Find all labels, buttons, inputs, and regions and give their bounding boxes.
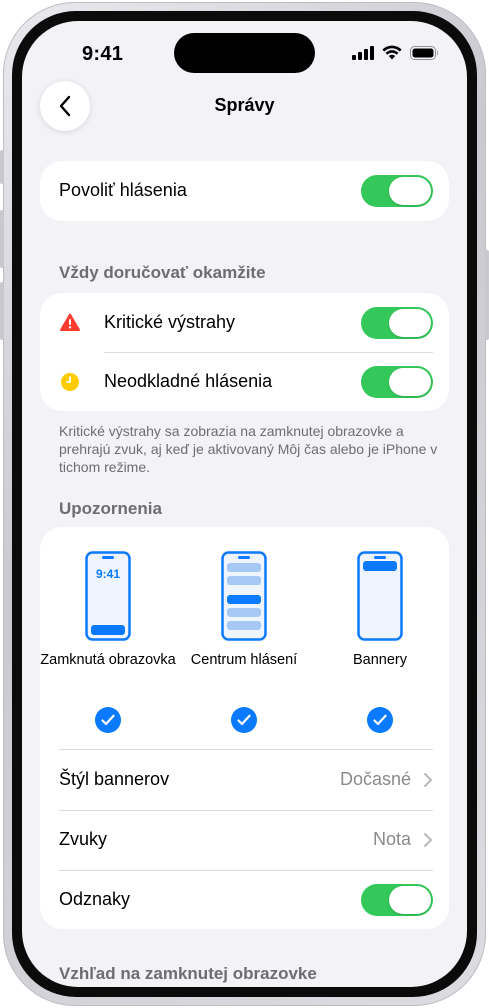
- clock-icon: [61, 373, 79, 391]
- page-title: Správy: [214, 95, 275, 115]
- allow-notifications-label: Povoliť hlásenia: [59, 180, 187, 200]
- screen: 9:41 Správy Povoliť hlásenia Vždy doručo…: [22, 21, 467, 987]
- navigation-bar: Správy: [22, 77, 467, 133]
- sounds-row[interactable]: Zvuky Nota: [40, 810, 449, 870]
- status-icons: [352, 45, 439, 60]
- badges-row: Odznaky: [40, 870, 449, 930]
- lock-screen-checkmark[interactable]: [95, 707, 121, 733]
- alerts-header: Upozornenia: [59, 499, 162, 518]
- cellular-signal-icon: [352, 45, 374, 60]
- action-button: [0, 150, 4, 184]
- urgent-notifications-row: Neodkladné hlásenia: [40, 352, 449, 412]
- chevron-right-icon: [424, 833, 432, 847]
- banners-preview-icon: [357, 551, 403, 641]
- deliver-immediately-card: Kritické výstrahy Neodkladné hlásenia: [40, 293, 449, 411]
- notification-center-checkmark[interactable]: [231, 707, 257, 733]
- toggle-knob: [389, 368, 431, 396]
- allow-notifications-card: Povoliť hlásenia: [40, 161, 449, 221]
- dynamic-island: [174, 33, 315, 73]
- lock-screen-preview-time: 9:41: [95, 567, 121, 581]
- alert-style-label: Centrum hlásení: [190, 652, 298, 668]
- banners-checkmark[interactable]: [367, 707, 393, 733]
- power-button: [485, 250, 489, 340]
- lock-screen-preview-icon: [85, 551, 131, 641]
- banner-style-row[interactable]: Štýl bannerov Dočasné: [40, 750, 449, 810]
- status-bar: 9:41: [22, 21, 467, 85]
- critical-alert-icon: [60, 313, 80, 331]
- toggle-knob: [389, 177, 431, 205]
- volume-up-button: [0, 210, 4, 268]
- banner-style-value: Dočasné: [339, 769, 411, 789]
- allow-notifications-row: Povoliť hlásenia: [40, 161, 449, 221]
- checkmark-icon: [101, 714, 115, 726]
- deliver-immediately-header: Vždy doručovať okamžite: [59, 263, 266, 282]
- volume-down-button: [0, 282, 4, 340]
- critical-alerts-label: Kritické výstrahy: [104, 312, 236, 332]
- banner-style-label: Štýl bannerov: [59, 769, 170, 789]
- notification-center-preview-icon: [221, 551, 267, 641]
- sounds-value: Nota: [372, 829, 411, 849]
- alert-style-label: Bannery: [352, 652, 407, 668]
- alert-style-label: Zamknutá obrazovka: [40, 652, 176, 668]
- critical-alerts-row: Kritické výstrahy: [40, 293, 449, 353]
- urgent-notifications-toggle[interactable]: [361, 366, 433, 398]
- chevron-right-icon: [424, 773, 432, 787]
- sounds-label: Zvuky: [59, 829, 108, 849]
- status-time: 9:41: [82, 43, 124, 65]
- badges-toggle[interactable]: [361, 884, 433, 916]
- checkmark-icon: [237, 714, 251, 726]
- badges-label: Odznaky: [59, 889, 131, 909]
- wifi-icon: [382, 45, 402, 60]
- allow-notifications-toggle[interactable]: [361, 175, 433, 207]
- toggle-knob: [389, 886, 431, 914]
- battery-icon: [410, 45, 438, 60]
- urgent-notifications-label: Neodkladné hlásenia: [104, 371, 273, 391]
- lock-screen-appearance-header: Vzhľad na zamknutej obrazovke: [59, 964, 317, 983]
- toggle-knob: [389, 309, 431, 337]
- critical-alerts-toggle[interactable]: [361, 307, 433, 339]
- alerts-card: 9:41 Zamknutá obrazovka Centrum hlásení: [40, 527, 449, 929]
- checkmark-icon: [373, 714, 387, 726]
- critical-alerts-footnote: Kritické výstrahy sa zobrazia na zamknut…: [59, 423, 438, 475]
